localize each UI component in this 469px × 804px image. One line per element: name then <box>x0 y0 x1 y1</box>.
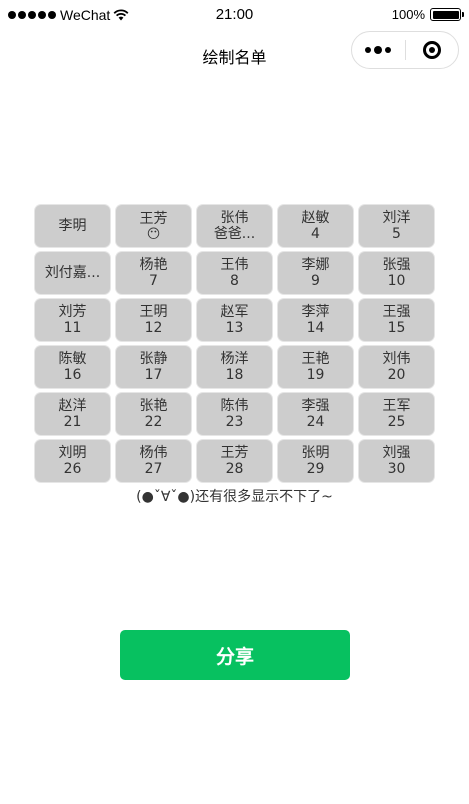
cell-name: 王艳 <box>301 351 330 367</box>
cell-number: 5 <box>392 226 401 242</box>
name-cell[interactable]: 王芳 28 <box>197 440 272 482</box>
cell-name: 王芳 <box>139 210 168 227</box>
status-bar: WeChat 21:00 100% <box>0 0 469 30</box>
name-cell[interactable]: 张强 10 <box>359 252 434 294</box>
cell-number: 17 <box>144 367 163 383</box>
name-grid: 李明 王芳 😶 张伟 爸爸... 赵敏 4 刘洋 5 刘付嘉... 杨艳 7 王伟 8 李娜 9 张强 10 刘芳 1… <box>35 205 435 482</box>
cell-number: 12 <box>144 320 163 336</box>
cell-name: 王伟 <box>220 257 249 273</box>
cell-name: 李明 <box>58 218 87 234</box>
cell-number: 22 <box>144 414 163 430</box>
cell-name: 张伟 <box>220 210 249 226</box>
cell-number: 20 <box>387 367 406 383</box>
cell-number: 26 <box>63 461 82 477</box>
name-cell[interactable]: 刘明 26 <box>35 440 110 482</box>
cell-number: 25 <box>387 414 406 430</box>
cell-number: 18 <box>225 367 244 383</box>
name-cell[interactable]: 杨洋 18 <box>197 346 272 388</box>
name-cell[interactable]: 陈敏 16 <box>35 346 110 388</box>
name-cell[interactable]: 刘付嘉... <box>35 252 110 294</box>
name-cell[interactable]: 王强 15 <box>359 299 434 341</box>
cell-name: 陈敏 <box>58 351 87 367</box>
cell-name: 王军 <box>382 398 411 414</box>
cell-number: 29 <box>306 461 325 477</box>
battery-icon <box>430 8 464 21</box>
cell-name: 王芳 <box>220 445 249 461</box>
cell-number: 23 <box>225 414 244 430</box>
cell-name: 王强 <box>382 304 411 320</box>
name-cell[interactable]: 李娜 9 <box>278 252 353 294</box>
name-cell[interactable]: 杨艳 7 <box>116 252 191 294</box>
name-cell[interactable]: 张明 29 <box>278 440 353 482</box>
cell-name: 李萍 <box>301 304 330 320</box>
cell-number: 爸爸... <box>213 226 256 242</box>
cell-name: 张明 <box>301 445 330 461</box>
name-cell[interactable]: 王军 25 <box>359 393 434 435</box>
name-cell[interactable]: 赵敏 4 <box>278 205 353 247</box>
cell-number: 21 <box>63 414 82 430</box>
name-cell[interactable]: 杨伟 27 <box>116 440 191 482</box>
name-cell[interactable]: 刘洋 5 <box>359 205 434 247</box>
cell-number: 16 <box>63 367 82 383</box>
cell-name: 王明 <box>139 304 168 320</box>
cell-name: 杨伟 <box>139 445 168 461</box>
share-button[interactable]: 分享 <box>120 630 350 680</box>
close-circle-icon[interactable] <box>405 32 458 68</box>
name-cell[interactable]: 刘强 30 <box>359 440 434 482</box>
more-dots-icon[interactable] <box>352 32 405 68</box>
cell-number: 13 <box>225 320 244 336</box>
cell-name: 李强 <box>301 398 330 414</box>
name-cell[interactable]: 王芳 😶 <box>116 205 191 247</box>
cell-number: 30 <box>387 461 406 477</box>
name-cell[interactable]: 李强 24 <box>278 393 353 435</box>
name-cell[interactable]: 赵军 13 <box>197 299 272 341</box>
cell-number: 7 <box>149 273 158 289</box>
cell-number: 😶 <box>146 226 161 242</box>
cell-name: 杨艳 <box>139 257 168 273</box>
cell-number: 28 <box>225 461 244 477</box>
status-right: 100% <box>391 7 464 22</box>
cell-name: 张艳 <box>139 398 168 414</box>
name-cell[interactable]: 王艳 19 <box>278 346 353 388</box>
cell-number: 24 <box>306 414 325 430</box>
cell-name: 刘强 <box>382 445 411 461</box>
cell-number: 9 <box>311 273 320 289</box>
cell-name: 赵军 <box>220 304 249 320</box>
cell-name: 刘芳 <box>58 304 87 320</box>
mini-program-capsule <box>351 31 459 69</box>
more-note: (●ˇ∀ˇ●)还有很多显示不下了~ <box>136 489 333 505</box>
cell-number: 11 <box>63 320 82 336</box>
name-cell[interactable]: 陈伟 23 <box>197 393 272 435</box>
cell-number: 19 <box>306 367 325 383</box>
nav-bar: 绘制名单 <box>0 30 469 78</box>
cell-name: 刘洋 <box>382 210 411 226</box>
cell-number: 4 <box>311 226 320 242</box>
battery-percent: 100% <box>391 7 425 22</box>
cell-number: 8 <box>230 273 239 289</box>
cell-number: 15 <box>387 320 406 336</box>
cell-name: 张强 <box>382 257 411 273</box>
name-cell[interactable]: 张静 17 <box>116 346 191 388</box>
cell-name: 刘明 <box>58 445 87 461</box>
name-cell[interactable]: 张艳 22 <box>116 393 191 435</box>
cell-name: 赵洋 <box>58 398 87 414</box>
name-cell[interactable]: 刘芳 11 <box>35 299 110 341</box>
cell-name: 张静 <box>139 351 168 367</box>
cell-name: 李娜 <box>301 257 330 273</box>
cell-name: 杨洋 <box>220 351 249 367</box>
name-cell[interactable]: 张伟 爸爸... <box>197 205 272 247</box>
cell-number: 14 <box>306 320 325 336</box>
cell-number: 27 <box>144 461 163 477</box>
cell-name: 刘付嘉... <box>44 265 101 281</box>
name-cell[interactable]: 刘伟 20 <box>359 346 434 388</box>
name-cell[interactable]: 王明 12 <box>116 299 191 341</box>
cell-number: 10 <box>387 273 406 289</box>
cell-name: 刘伟 <box>382 351 411 367</box>
name-cell[interactable]: 李明 <box>35 205 110 247</box>
name-cell[interactable]: 赵洋 21 <box>35 393 110 435</box>
cell-name: 陈伟 <box>220 398 249 414</box>
cell-name: 赵敏 <box>301 210 330 226</box>
name-cell[interactable]: 李萍 14 <box>278 299 353 341</box>
name-cell[interactable]: 王伟 8 <box>197 252 272 294</box>
